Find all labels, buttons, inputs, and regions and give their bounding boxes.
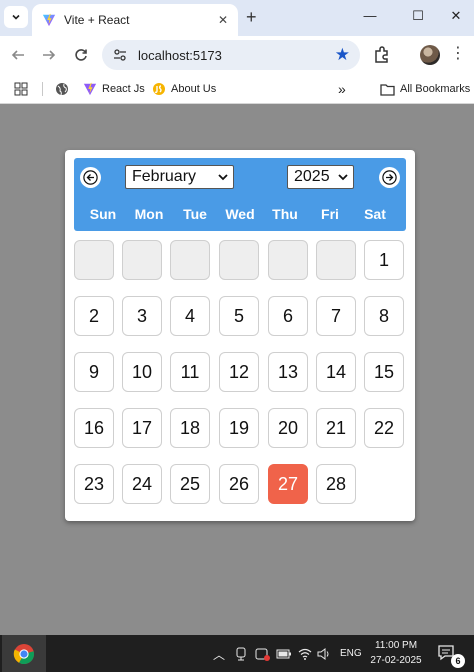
bookmark-label: About Us xyxy=(171,83,217,95)
notification-badge: 6 xyxy=(451,654,465,668)
empty-day-cell xyxy=(219,240,259,280)
bookmarks-divider xyxy=(42,82,43,96)
globe-icon xyxy=(56,83,68,96)
day-cell[interactable]: 7 xyxy=(316,296,356,336)
record-icon[interactable] xyxy=(254,646,270,662)
active-tab[interactable]: Vite + React ✕ xyxy=(32,4,238,36)
close-tab-icon[interactable]: ✕ xyxy=(218,13,228,27)
language-indicator[interactable]: ENG xyxy=(340,648,362,659)
browser-menu-button[interactable]: ⋮ xyxy=(450,44,466,64)
reload-icon xyxy=(75,49,87,61)
day-cell[interactable]: 9 xyxy=(74,352,114,392)
vite-icon xyxy=(42,13,56,27)
folder-icon xyxy=(380,83,395,96)
puzzle-icon[interactable] xyxy=(372,45,392,65)
empty-day-cell xyxy=(170,240,210,280)
chevron-up-icon[interactable]: ︿ xyxy=(211,646,227,662)
day-cell[interactable]: 18 xyxy=(170,408,210,448)
day-cell[interactable]: 20 xyxy=(268,408,308,448)
site-info-icon[interactable] xyxy=(112,47,128,63)
day-cell[interactable]: 12 xyxy=(219,352,259,392)
day-cell[interactable]: 16 xyxy=(74,408,114,448)
back-button[interactable] xyxy=(7,44,29,66)
overflow-label: » xyxy=(338,81,346,97)
arrow-back-icon xyxy=(11,50,24,60)
empty-day-cell xyxy=(268,240,308,280)
bookmark-globe[interactable] xyxy=(55,80,74,98)
js-logo-icon xyxy=(153,83,165,95)
apps-grid-icon xyxy=(14,82,28,96)
webcam-icon[interactable] xyxy=(233,646,249,662)
empty-day-cell xyxy=(74,240,114,280)
battery-icon[interactable] xyxy=(276,646,292,662)
day-cell[interactable]: 21 xyxy=(316,408,356,448)
bookmarks-bar: React Js About Us » All Bookmarks xyxy=(0,74,474,104)
day-grid: 1 2 3 4 5 6 7 8 9 10 11 12 13 14 15 16 17 18 19 20 21 22 23 24 2… xyxy=(65,150,415,521)
day-cell[interactable]: 2 xyxy=(74,296,114,336)
clock-date: 27-02-2025 xyxy=(370,655,422,666)
day-cell[interactable]: 5 xyxy=(219,296,259,336)
system-clock[interactable]: 11:00 PM 27-02-2025 xyxy=(368,638,424,668)
star-icon[interactable]: ★ xyxy=(335,45,350,65)
day-cell[interactable]: 22 xyxy=(364,408,404,448)
calendar-card: February 2025 Sun Mon Tue Wed Thu Fri Sa… xyxy=(65,150,415,521)
day-cell[interactable]: 3 xyxy=(122,296,162,336)
empty-day-cell xyxy=(316,240,356,280)
bookmark-react-js[interactable]: React Js xyxy=(83,80,145,98)
arrow-forward-icon xyxy=(43,50,56,60)
apps-button[interactable] xyxy=(14,80,33,98)
day-cell[interactable]: 19 xyxy=(219,408,259,448)
day-cell[interactable]: 10 xyxy=(122,352,162,392)
clock-time: 11:00 PM xyxy=(374,640,418,651)
bookmarks-overflow-button[interactable]: » xyxy=(338,80,346,98)
address-bar[interactable]: localhost:5173 ★ xyxy=(102,40,360,70)
day-cell[interactable]: 25 xyxy=(170,464,210,504)
reload-button[interactable] xyxy=(70,44,92,66)
day-cell[interactable]: 14 xyxy=(316,352,356,392)
day-cell[interactable]: 28 xyxy=(316,464,356,504)
url-text: localhost:5173 xyxy=(138,47,222,63)
tab-list-button[interactable] xyxy=(4,6,28,28)
wifi-icon[interactable] xyxy=(297,646,313,662)
day-cell[interactable]: 11 xyxy=(170,352,210,392)
day-cell[interactable]: 17 xyxy=(122,408,162,448)
all-bookmarks-button[interactable]: All Bookmarks xyxy=(380,80,470,98)
tab-title: Vite + React xyxy=(64,13,130,27)
windows-taskbar: ︿ ENG 11:00 PM 27-02-2025 6 xyxy=(0,635,474,672)
bookmark-label: React Js xyxy=(102,83,145,95)
all-bookmarks-label: All Bookmarks xyxy=(400,83,471,95)
chrome-icon xyxy=(13,643,35,664)
day-cell[interactable]: 8 xyxy=(364,296,404,336)
chevron-down-icon xyxy=(12,14,20,20)
new-tab-button[interactable]: + xyxy=(246,7,257,27)
day-cell[interactable]: 6 xyxy=(268,296,308,336)
speaker-icon[interactable] xyxy=(316,646,332,662)
day-cell[interactable]: 26 xyxy=(219,464,259,504)
tab-bar: Vite + React ✕ + — ☐ ✕ xyxy=(0,0,474,36)
chrome-taskbar-button[interactable] xyxy=(2,635,46,672)
day-cell[interactable]: 13 xyxy=(268,352,308,392)
day-cell[interactable]: 1 xyxy=(364,240,404,280)
maximize-button[interactable]: ☐ xyxy=(408,6,428,26)
day-cell-today[interactable]: 27 xyxy=(268,464,308,504)
empty-day-cell xyxy=(122,240,162,280)
day-cell[interactable]: 24 xyxy=(122,464,162,504)
day-cell[interactable]: 4 xyxy=(170,296,210,336)
close-window-button[interactable]: ✕ xyxy=(446,6,466,26)
day-cell[interactable]: 23 xyxy=(74,464,114,504)
bookmark-about-us[interactable]: About Us xyxy=(152,80,216,98)
profile-avatar[interactable] xyxy=(420,45,440,65)
minimize-button[interactable]: — xyxy=(360,6,380,26)
browser-toolbar: localhost:5173 ★ ⋮ xyxy=(0,36,474,74)
vite-icon xyxy=(83,82,97,96)
forward-button[interactable] xyxy=(38,44,60,66)
day-cell[interactable]: 15 xyxy=(364,352,404,392)
